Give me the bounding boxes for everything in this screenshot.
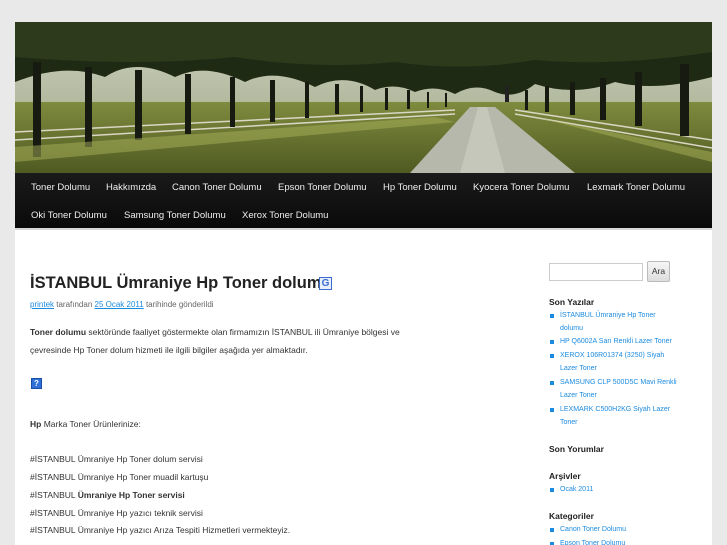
search-button[interactable]: Ara [647,261,670,282]
recent-post-line: Lazer Toner [560,365,597,372]
author-link[interactable]: printek [30,300,54,309]
date-link[interactable]: 25 Ocak 2011 [95,300,144,309]
list-item: #İSTANBUL Ümraniye Hp Toner muadil kartu… [30,472,209,482]
brand-bold: Hp [30,419,42,429]
nav-item-samsung[interactable]: Samsung Toner Dolumu [124,210,226,221]
google-g-icon[interactable]: G [319,277,332,290]
recent-comments-title: Son Yorumlar [549,444,604,454]
post-intro-line-1: Toner dolumu sektöründe faaliyet gösterm… [30,327,400,337]
recent-post-line: İSTANBUL Ümraniye Hp Toner [560,312,656,319]
post-title[interactable]: İSTANBUL Ümraniye Hp Toner dolumu [30,274,332,293]
nav-item-kyocera[interactable]: Kyocera Toner Dolumu [473,182,569,193]
nav-item-epson[interactable]: Epson Toner Dolumu [278,182,367,193]
list-item: #İSTANBUL Ümraniye Hp Toner servisi [30,490,185,500]
recent-post-line: dolumu [560,325,583,332]
help-icon[interactable]: ? [31,378,42,389]
recent-posts-title: Son Yazılar [549,297,595,307]
page: Toner Dolumu Hakkımızda Canon Toner Dolu… [0,0,727,545]
content-wrapper: Toner Dolumu Hakkımızda Canon Toner Dolu… [15,22,712,545]
recent-post-line: Toner [560,419,578,426]
categories-title: Kategoriler [549,511,594,521]
meta-posted-text: tarihinde gönderildi [143,300,214,309]
category-link[interactable]: Canon Toner Dolumu [560,523,626,536]
post-meta: printek tarafından 25 Ocak 2011 tarihind… [30,300,214,309]
nav-item-xerox[interactable]: Xerox Toner Dolumu [242,210,328,221]
nav-item-hakkimizda[interactable]: Hakkımızda [106,182,156,193]
list-item: #İSTANBUL Ümraniye Hp Toner dolum servis… [30,454,203,464]
recent-post-link[interactable]: SAMSUNG CLP 500D5C Mavi Renkli Lazer Ton… [560,376,677,402]
recent-post-line: HP Q6002A Sarı Renkli Lazer Toner [560,338,672,345]
recent-post-line: XEROX 106R01374 (3250) Siyah [560,352,665,359]
meta-by-text: tarafından [54,300,95,309]
intro-bold: Toner dolumu [30,327,87,337]
bullet-icon [550,314,554,318]
bullet-icon [550,354,554,358]
archive-link[interactable]: Ocak 2011 [560,483,593,496]
post-intro-line-2: çevresinde Hp Toner dolum hizmeti ile il… [30,345,308,355]
intro-rest: sektöründe faaliyet göstermekte olan fir… [86,327,400,337]
recent-post-link[interactable]: LEXMARK C500H2KG Siyah Lazer Toner [560,403,670,429]
recent-post-line: SAMSUNG CLP 500D5C Mavi Renkli [560,379,677,386]
list-item: #İSTANBUL Ümraniye Hp yazıcı teknik serv… [30,508,203,518]
list-item-bold: Ümraniye Hp Toner servisi [77,490,185,500]
bullet-icon [550,381,554,385]
main-navigation: Toner Dolumu Hakkımızda Canon Toner Dolu… [15,173,712,228]
bullet-icon [550,488,554,492]
category-link[interactable]: Epson Toner Dolumu [560,537,625,545]
post-brand-line: Hp Marka Toner Ürünlerinize: [30,419,141,429]
nav-item-lexmark[interactable]: Lexmark Toner Dolumu [587,182,685,193]
list-item-prefix: #İSTANBUL [30,490,78,500]
nav-item-oki[interactable]: Oki Toner Dolumu [31,210,107,221]
nav-item-toner-dolumu[interactable]: Toner Dolumu [31,182,90,193]
search-input[interactable] [549,263,643,281]
nav-item-hp[interactable]: Hp Toner Dolumu [383,182,457,193]
recent-post-line: Lazer Toner [560,392,597,399]
brand-rest: Marka Toner Ürünlerinize: [41,419,141,429]
bullet-icon [550,528,554,532]
header-image [15,22,712,173]
recent-post-link[interactable]: HP Q6002A Sarı Renkli Lazer Toner [560,335,672,348]
bullet-icon [550,408,554,412]
list-item: #İSTANBUL Ümraniye Hp yazıcı Arıza Tespi… [30,525,291,535]
recent-post-link[interactable]: XEROX 106R01374 (3250) Siyah Lazer Toner [560,349,664,375]
bullet-icon [550,340,554,344]
archives-title: Arşivler [549,471,581,481]
recent-post-line: LEXMARK C500H2KG Siyah Lazer [560,406,671,413]
recent-post-link[interactable]: İSTANBUL Ümraniye Hp Toner dolumu [560,309,656,335]
header-divider [15,228,712,230]
nav-item-canon[interactable]: Canon Toner Dolumu [172,182,262,193]
